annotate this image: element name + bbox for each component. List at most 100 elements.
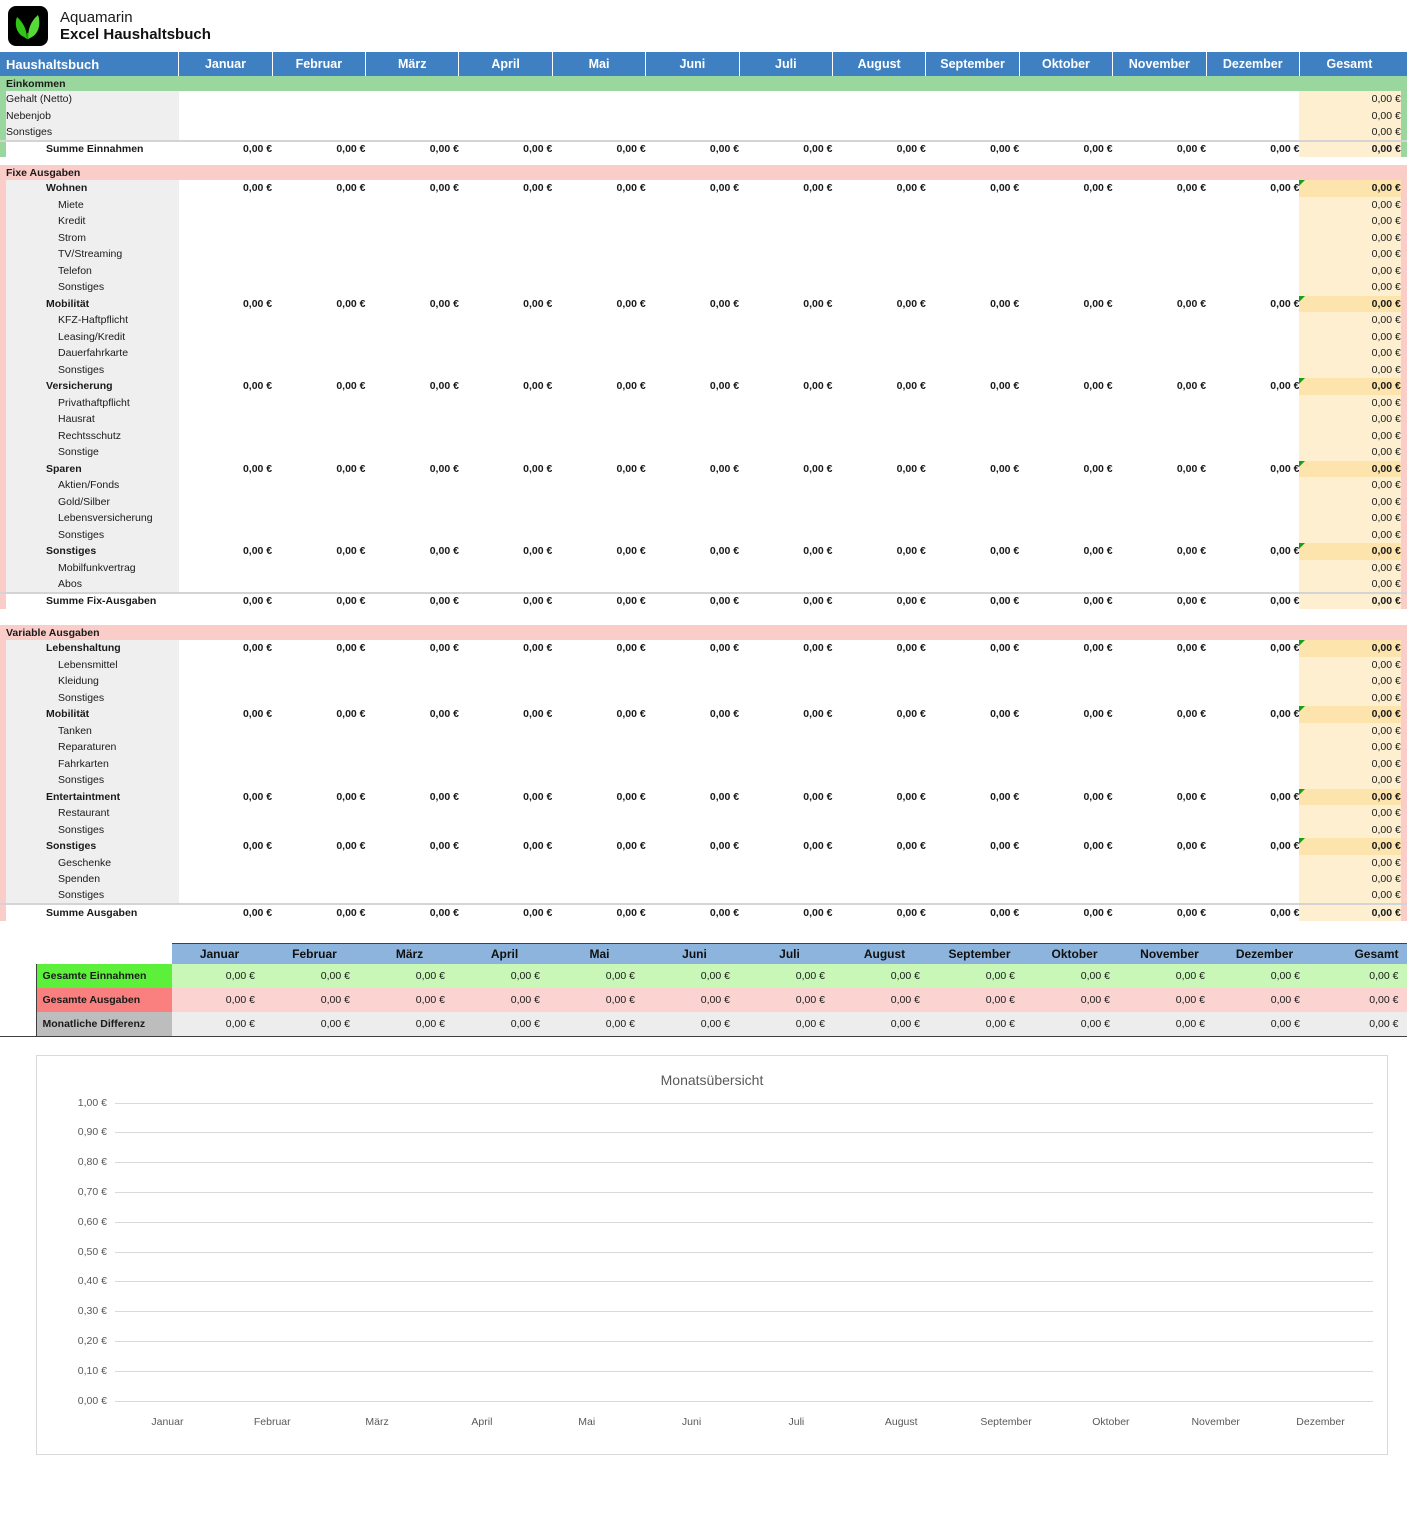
item-input-november[interactable] — [1112, 722, 1207, 739]
item-input-mai[interactable] — [552, 493, 646, 510]
item-input-januar[interactable] — [178, 772, 273, 789]
item-input-november[interactable] — [1112, 559, 1207, 576]
item-input-februar[interactable] — [272, 871, 366, 888]
item-input-november[interactable] — [1112, 91, 1207, 108]
item-input-dezember[interactable] — [1206, 279, 1300, 296]
item-input-april[interactable] — [458, 91, 553, 108]
item-input-dezember[interactable] — [1206, 124, 1300, 141]
item-input-juni[interactable] — [645, 279, 740, 296]
item-input-dezember[interactable] — [1206, 477, 1300, 494]
item-input-mai[interactable] — [552, 213, 646, 230]
item-input-märz[interactable] — [365, 361, 459, 378]
item-input-november[interactable] — [1112, 772, 1207, 789]
item-input-februar[interactable] — [272, 411, 366, 428]
item-input-april[interactable] — [458, 739, 553, 756]
item-input-april[interactable] — [458, 805, 553, 822]
item-input-september[interactable] — [925, 279, 1020, 296]
item-input-mai[interactable] — [552, 124, 646, 141]
item-input-september[interactable] — [925, 394, 1020, 411]
item-input-september[interactable] — [925, 576, 1020, 593]
item-input-dezember[interactable] — [1206, 805, 1300, 822]
item-input-mai[interactable] — [552, 196, 646, 213]
item-input-oktober[interactable] — [1019, 887, 1113, 904]
item-input-dezember[interactable] — [1206, 722, 1300, 739]
item-input-juni[interactable] — [645, 444, 740, 461]
item-input-februar[interactable] — [272, 394, 366, 411]
item-input-januar[interactable] — [178, 526, 273, 543]
item-input-mai[interactable] — [552, 755, 646, 772]
item-input-juni[interactable] — [645, 772, 740, 789]
item-input-april[interactable] — [458, 262, 553, 279]
item-input-dezember[interactable] — [1206, 213, 1300, 230]
item-input-januar[interactable] — [178, 576, 273, 593]
item-input-oktober[interactable] — [1019, 107, 1113, 124]
item-input-august[interactable] — [832, 279, 926, 296]
item-input-juli[interactable] — [739, 361, 833, 378]
item-input-november[interactable] — [1112, 213, 1207, 230]
item-input-dezember[interactable] — [1206, 689, 1300, 706]
item-input-dezember[interactable] — [1206, 871, 1300, 888]
item-input-januar[interactable] — [178, 196, 273, 213]
item-input-mai[interactable] — [552, 427, 646, 444]
item-input-mai[interactable] — [552, 345, 646, 362]
item-input-märz[interactable] — [365, 689, 459, 706]
item-input-dezember[interactable] — [1206, 739, 1300, 756]
item-input-januar[interactable] — [178, 821, 273, 838]
item-input-februar[interactable] — [272, 345, 366, 362]
item-input-oktober[interactable] — [1019, 722, 1113, 739]
item-input-oktober[interactable] — [1019, 394, 1113, 411]
item-input-dezember[interactable] — [1206, 854, 1300, 871]
item-input-februar[interactable] — [272, 124, 366, 141]
item-input-august[interactable] — [832, 689, 926, 706]
item-input-februar[interactable] — [272, 526, 366, 543]
item-input-februar[interactable] — [272, 477, 366, 494]
item-input-märz[interactable] — [365, 656, 459, 673]
item-input-november[interactable] — [1112, 246, 1207, 263]
item-input-april[interactable] — [458, 576, 553, 593]
item-input-januar[interactable] — [178, 689, 273, 706]
item-input-februar[interactable] — [272, 887, 366, 904]
item-input-mai[interactable] — [552, 312, 646, 329]
item-input-november[interactable] — [1112, 361, 1207, 378]
item-input-april[interactable] — [458, 821, 553, 838]
item-input-september[interactable] — [925, 689, 1020, 706]
item-input-dezember[interactable] — [1206, 772, 1300, 789]
item-input-januar[interactable] — [178, 394, 273, 411]
item-input-märz[interactable] — [365, 444, 459, 461]
item-input-märz[interactable] — [365, 755, 459, 772]
item-input-august[interactable] — [832, 394, 926, 411]
item-input-mai[interactable] — [552, 576, 646, 593]
item-input-oktober[interactable] — [1019, 673, 1113, 690]
item-input-dezember[interactable] — [1206, 246, 1300, 263]
item-input-november[interactable] — [1112, 821, 1207, 838]
item-input-dezember[interactable] — [1206, 887, 1300, 904]
item-input-mai[interactable] — [552, 656, 646, 673]
item-input-februar[interactable] — [272, 854, 366, 871]
item-input-juni[interactable] — [645, 411, 740, 428]
item-input-juni[interactable] — [645, 361, 740, 378]
item-input-april[interactable] — [458, 854, 553, 871]
item-input-märz[interactable] — [365, 493, 459, 510]
item-input-juni[interactable] — [645, 312, 740, 329]
item-input-juni[interactable] — [645, 576, 740, 593]
item-input-januar[interactable] — [178, 427, 273, 444]
item-input-februar[interactable] — [272, 262, 366, 279]
item-input-oktober[interactable] — [1019, 854, 1113, 871]
item-input-dezember[interactable] — [1206, 411, 1300, 428]
item-input-november[interactable] — [1112, 411, 1207, 428]
item-input-märz[interactable] — [365, 805, 459, 822]
item-input-oktober[interactable] — [1019, 427, 1113, 444]
item-input-april[interactable] — [458, 427, 553, 444]
item-input-februar[interactable] — [272, 328, 366, 345]
item-input-november[interactable] — [1112, 477, 1207, 494]
item-input-februar[interactable] — [272, 805, 366, 822]
item-input-juli[interactable] — [739, 739, 833, 756]
item-input-juli[interactable] — [739, 887, 833, 904]
item-input-april[interactable] — [458, 229, 553, 246]
item-input-mai[interactable] — [552, 739, 646, 756]
item-input-februar[interactable] — [272, 772, 366, 789]
item-input-september[interactable] — [925, 477, 1020, 494]
item-input-juli[interactable] — [739, 689, 833, 706]
item-input-august[interactable] — [832, 411, 926, 428]
item-input-oktober[interactable] — [1019, 229, 1113, 246]
